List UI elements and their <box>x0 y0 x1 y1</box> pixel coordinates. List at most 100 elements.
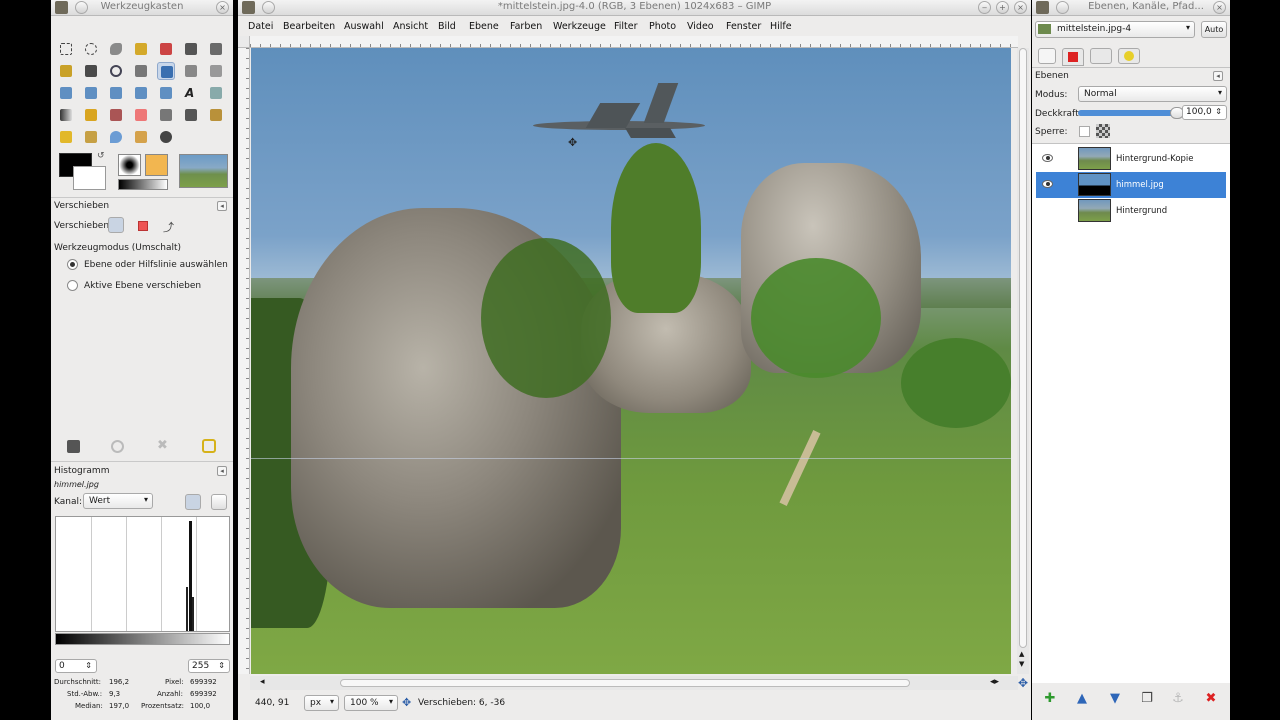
histogram-collapse-button[interactable]: ◂ <box>217 466 227 476</box>
tab-channels-icon[interactable] <box>1062 48 1084 66</box>
scroll-left-icon[interactable]: ◂ <box>260 677 265 687</box>
zoom-select[interactable]: 100 % ▾ <box>344 695 398 711</box>
range-min-input[interactable]: 0 ⇕ <box>55 659 97 673</box>
rotate-tool-icon[interactable] <box>57 84 75 102</box>
move-tool-icon[interactable] <box>157 62 175 80</box>
pattern-preview[interactable] <box>145 154 168 176</box>
menu-ebene[interactable]: Ebene <box>469 21 499 32</box>
layer-row-selected[interactable]: himmel.jpg <box>1036 172 1226 198</box>
menu-farben[interactable]: Farben <box>510 21 542 32</box>
anchor-layer-icon[interactable]: ⚓ <box>1169 690 1187 708</box>
linear-histogram-button[interactable] <box>185 494 201 510</box>
unit-select[interactable]: px ▾ <box>304 695 339 711</box>
restore-options-icon[interactable] <box>111 440 124 453</box>
menu-auswahl[interactable]: Auswahl <box>344 21 384 32</box>
menu-werkzeuge[interactable]: Werkzeuge <box>553 21 606 32</box>
vertical-scroll-thumb[interactable] <box>1019 48 1027 648</box>
log-histogram-button[interactable] <box>211 494 227 510</box>
layers-panel-collapse-button[interactable]: ◂ <box>1213 71 1223 81</box>
range-max-input[interactable]: 255 ⇕ <box>188 659 230 673</box>
eraser-tool-icon[interactable] <box>132 106 150 124</box>
vertical-scrollbar[interactable]: ▲ ▼ <box>1017 48 1029 674</box>
horizontal-ruler[interactable] <box>250 36 1018 48</box>
rect-select-tool-icon[interactable] <box>57 40 75 58</box>
color-select-tool-icon[interactable] <box>157 40 175 58</box>
image-canvas[interactable]: ✥ <box>251 48 1011 674</box>
save-options-icon[interactable] <box>67 440 80 453</box>
layer-row[interactable]: Hintergrund <box>1036 198 1226 224</box>
layer-row[interactable]: Hintergrund-Kopie <box>1036 146 1226 172</box>
lasso-tool-icon[interactable] <box>107 40 125 58</box>
close-button[interactable]: × <box>1213 1 1226 14</box>
active-image-thumbnail[interactable] <box>179 154 228 188</box>
swap-colors-icon[interactable]: ↺ <box>97 151 105 161</box>
opacity-input[interactable]: 100,0 ⇕ <box>1182 105 1227 120</box>
duplicate-layer-icon[interactable]: ❐ <box>1138 690 1156 708</box>
ink-tool-icon[interactable] <box>182 106 200 124</box>
airbrush-tool-icon[interactable] <box>157 106 175 124</box>
background-color-swatch[interactable] <box>73 166 106 190</box>
brush-preview[interactable] <box>118 154 141 176</box>
radio-move-active[interactable] <box>67 280 78 291</box>
vertical-ruler[interactable] <box>238 48 250 674</box>
move-selection-toggle[interactable] <box>138 221 148 231</box>
horizontal-scrollbar[interactable]: ◂ ◂▸ <box>250 676 1018 690</box>
perspective-tool-icon[interactable] <box>132 84 150 102</box>
auto-button[interactable]: Auto <box>1201 21 1227 38</box>
fuzzy-select-tool-icon[interactable] <box>132 40 150 58</box>
tool-options-collapse-button[interactable]: ◂ <box>217 201 227 211</box>
minimize-button[interactable]: ‒ <box>978 1 991 14</box>
tab-layers-icon[interactable] <box>1038 48 1056 64</box>
smudge-tool-icon[interactable] <box>132 128 150 146</box>
align-tool-icon[interactable] <box>182 62 200 80</box>
scroll-right-icon[interactable]: ◂▸ <box>990 677 999 687</box>
color-picker-tool-icon[interactable] <box>82 62 100 80</box>
move-layer-toggle[interactable] <box>108 217 124 233</box>
histogram-range-handles[interactable] <box>55 645 230 653</box>
heal-tool-icon[interactable] <box>57 128 75 146</box>
tab-paths-icon[interactable] <box>1090 48 1112 64</box>
paths-tool-icon[interactable] <box>57 62 75 80</box>
gradient-preview[interactable] <box>118 179 168 190</box>
delete-options-icon[interactable]: ✖ <box>157 438 168 453</box>
navigate-icon[interactable]: ✥ <box>1018 676 1028 690</box>
flip-tool-icon[interactable] <box>157 84 175 102</box>
close-button[interactable]: × <box>216 1 229 14</box>
layer-mode-select[interactable]: Normal ▾ <box>1078 86 1227 102</box>
maximize-button[interactable]: + <box>996 1 1009 14</box>
image-select[interactable]: mittelstein.jpg-4 ▾ <box>1035 21 1195 38</box>
image-window-titlebar[interactable]: *mittelstein.jpg-4.0 (RGB, 3 Ebenen) 102… <box>238 0 1031 16</box>
reset-options-icon[interactable] <box>202 439 216 453</box>
opacity-slider[interactable] <box>1078 107 1184 119</box>
toolbox-titlebar[interactable]: Werkzeugkasten × <box>51 0 233 16</box>
clone-tool-icon[interactable] <box>207 106 225 124</box>
foreground-select-tool-icon[interactable] <box>207 40 225 58</box>
tab-undo-icon[interactable] <box>1118 48 1140 64</box>
close-button[interactable]: × <box>1014 1 1027 14</box>
raise-layer-icon[interactable]: ▲ <box>1073 690 1091 708</box>
menu-datei[interactable]: Datei <box>248 21 273 32</box>
blend-tool-icon[interactable] <box>57 106 75 124</box>
scale-tool-icon[interactable] <box>82 84 100 102</box>
magnify-tool-icon[interactable] <box>107 62 125 80</box>
delete-layer-icon[interactable]: ✖ <box>1202 690 1220 708</box>
menu-photo[interactable]: Photo <box>649 21 676 32</box>
eye-icon[interactable] <box>1042 180 1053 188</box>
paintbrush-tool-icon[interactable] <box>107 106 125 124</box>
menu-bearbeiten[interactable]: Bearbeiten <box>283 21 335 32</box>
scroll-up-icon[interactable]: ▲ <box>1019 650 1024 658</box>
layers-titlebar[interactable]: Ebenen, Kanäle, Pfad... × <box>1032 0 1230 16</box>
scissors-tool-icon[interactable] <box>182 40 200 58</box>
shear-tool-icon[interactable] <box>107 84 125 102</box>
text-tool-icon[interactable]: A <box>182 84 200 102</box>
new-layer-icon[interactable]: ✚ <box>1041 690 1059 708</box>
lower-layer-icon[interactable]: ▼ <box>1106 690 1124 708</box>
menu-fenster[interactable]: Fenster <box>726 21 761 32</box>
menu-video[interactable]: Video <box>687 21 714 32</box>
blur-tool-icon[interactable] <box>107 128 125 146</box>
pencil-tool-icon[interactable] <box>82 106 100 124</box>
move-path-toggle[interactable]: ⤴ <box>163 219 174 235</box>
measure-tool-icon[interactable] <box>132 62 150 80</box>
lock-alpha-icon[interactable] <box>1096 124 1110 138</box>
crop-tool-icon[interactable] <box>207 62 225 80</box>
